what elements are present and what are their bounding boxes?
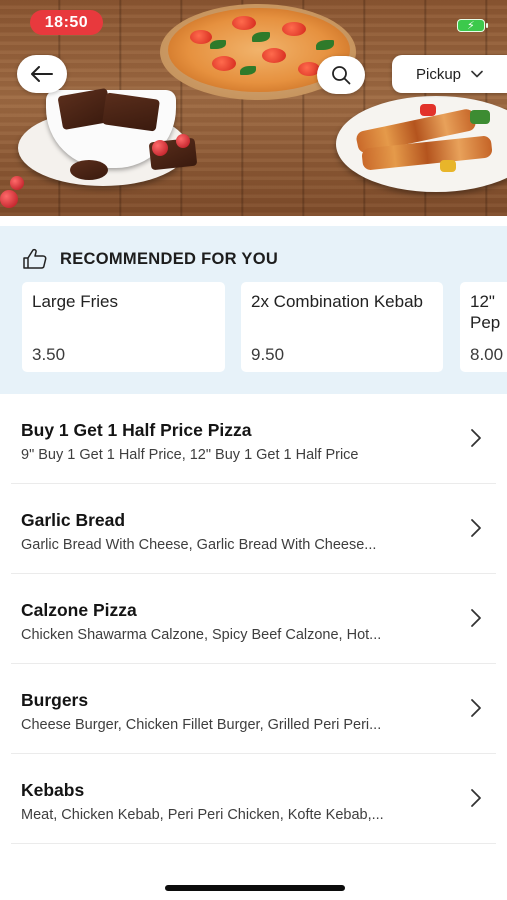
order-mode-label: Pickup xyxy=(416,65,462,83)
recommended-item-name: Large Fries xyxy=(32,292,118,311)
chevron-right-icon xyxy=(471,429,481,447)
battery-icon: ⚡ xyxy=(457,19,488,32)
menu-category-title: Burgers xyxy=(21,690,89,710)
menu-category-row[interactable]: Kebabs Meat, Chicken Kebab, Peri Peri Ch… xyxy=(0,754,507,844)
menu-category-row[interactable]: Calzone Pizza Chicken Shawarma Calzone, … xyxy=(0,574,507,664)
strawberry-image xyxy=(152,140,168,156)
menu-category-subtitle: 9" Buy 1 Get 1 Half Price, 12" Buy 1 Get… xyxy=(21,447,359,463)
recommended-item-card[interactable]: 2x Combination Kebab 9.50 xyxy=(241,282,443,372)
search-button[interactable] xyxy=(317,56,365,94)
recommended-item-price: 9.50 xyxy=(251,345,285,364)
pizza-topping xyxy=(282,22,306,36)
pepper-image xyxy=(470,110,490,124)
recommended-section: RECOMMENDED FOR YOU Large Fries 3.50 2x … xyxy=(0,226,507,394)
hero-banner: 18:50 ⚡ Pickup xyxy=(0,0,507,216)
menu-category-subtitle: Chicken Shawarma Calzone, Spicy Beef Cal… xyxy=(21,627,382,643)
strawberry-image xyxy=(10,176,24,190)
recommended-item-price: 3.50 xyxy=(32,345,66,364)
chevron-right-icon xyxy=(471,609,481,627)
menu-category-row[interactable]: Burgers Cheese Burger, Chicken Fillet Bu… xyxy=(0,664,507,754)
menu-category-title: Calzone Pizza xyxy=(21,600,137,620)
divider xyxy=(11,843,496,844)
pizza-topping xyxy=(232,16,256,30)
menu-category-subtitle: Cheese Burger, Chicken Fillet Burger, Gr… xyxy=(21,717,382,733)
chevron-down-icon xyxy=(471,70,483,78)
pizza-topping xyxy=(262,48,286,63)
recommended-item-price: 8.00 xyxy=(470,345,504,364)
back-button[interactable] xyxy=(17,55,67,93)
chevron-right-icon xyxy=(471,699,481,717)
menu-category-row[interactable]: Garlic Bread Garlic Bread With Cheese, G… xyxy=(0,484,507,574)
chevron-right-icon xyxy=(471,519,481,537)
menu-category-title: Buy 1 Get 1 Half Price Pizza xyxy=(21,420,252,440)
status-time: 18:50 xyxy=(30,10,103,35)
search-icon xyxy=(332,66,351,85)
menu-category-subtitle: Garlic Bread With Cheese, Garlic Bread W… xyxy=(21,537,377,553)
recommended-item-card[interactable]: Large Fries 3.50 xyxy=(22,282,225,372)
home-indicator[interactable] xyxy=(165,885,345,891)
recommended-header: RECOMMENDED FOR YOU xyxy=(22,248,278,270)
pepper-image xyxy=(440,160,456,172)
strawberry-image xyxy=(0,190,18,208)
menu-category-title: Garlic Bread xyxy=(21,510,126,530)
pizza-topping xyxy=(190,30,212,44)
menu-category-row[interactable]: Buy 1 Get 1 Half Price Pizza 9" Buy 1 Ge… xyxy=(0,394,507,484)
strawberry-image xyxy=(176,134,190,148)
pizza-topping xyxy=(212,56,236,71)
menu-category-title: Kebabs xyxy=(21,780,85,800)
brownie-image xyxy=(70,160,108,180)
arrow-left-icon xyxy=(31,66,53,82)
recommended-title: RECOMMENDED FOR YOU xyxy=(60,249,279,268)
recommended-item-name: 12" Pep xyxy=(470,292,501,332)
pepper-image xyxy=(420,104,436,116)
order-mode-dropdown[interactable]: Pickup xyxy=(392,55,507,93)
chevron-right-icon xyxy=(471,789,481,807)
recommended-item-card[interactable]: 12" Pep 8.00 xyxy=(460,282,507,372)
recommended-item-name: 2x Combination Kebab xyxy=(251,292,424,311)
menu-category-subtitle: Meat, Chicken Kebab, Peri Peri Chicken, … xyxy=(21,807,384,823)
thumbs-up-icon xyxy=(23,248,47,269)
